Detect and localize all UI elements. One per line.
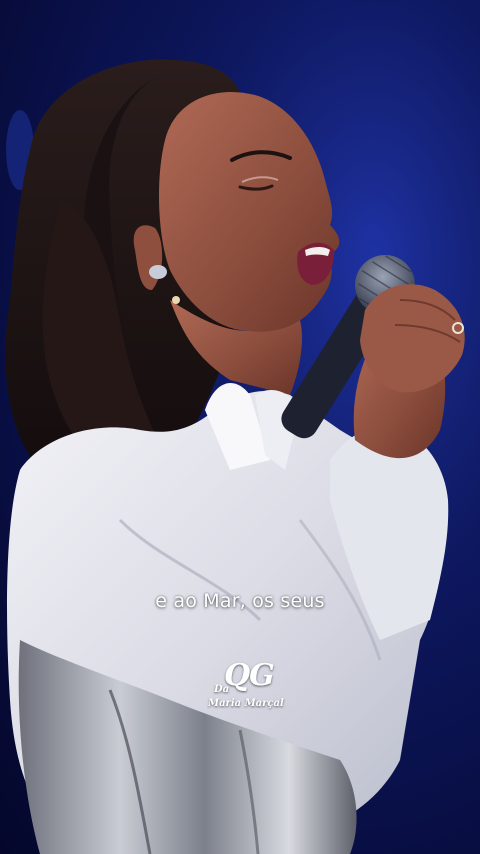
channel-watermark-logo: Da QG Maria Marçal: [200, 658, 290, 714]
watermark-monogram: QG: [224, 658, 275, 693]
video-player[interactable]: e ao Mar, os seus Da QG Maria Marçal: [0, 0, 480, 854]
video-frame: [0, 0, 480, 854]
subtitle-caption: e ao Mar, os seus: [155, 590, 325, 612]
watermark-name: Maria Marçal: [208, 698, 284, 709]
